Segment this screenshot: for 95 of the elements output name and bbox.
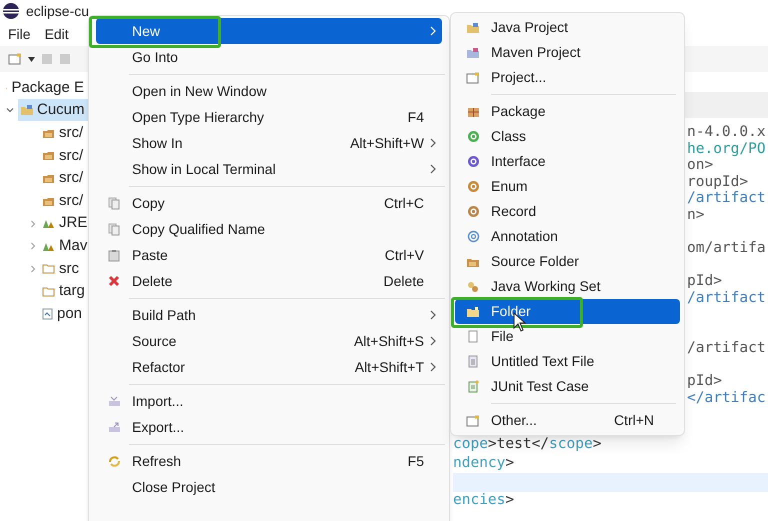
chevron-right-icon[interactable] xyxy=(29,264,37,273)
project-folder-icon xyxy=(466,46,480,58)
text-file-icon xyxy=(467,355,479,368)
folder-icon xyxy=(42,286,55,297)
tree-item[interactable]: JRE xyxy=(59,212,88,235)
window-title: eclipse-cu xyxy=(26,2,90,21)
menu-item[interactable]: JUnit Test Case xyxy=(455,374,680,399)
menu-item[interactable]: File xyxy=(455,324,680,349)
menu-item[interactable]: Maven Project xyxy=(455,40,680,65)
test-file-icon xyxy=(467,380,479,393)
package-folder-icon xyxy=(42,128,55,139)
new-window-icon[interactable] xyxy=(8,53,22,65)
menu-item[interactable]: Class xyxy=(455,124,680,149)
menu-item[interactable]: Go Into xyxy=(96,44,442,70)
clipboard-icon xyxy=(108,248,120,262)
code-text: on> xyxy=(687,157,714,174)
menu-item[interactable]: Export... xyxy=(96,414,442,440)
import-icon xyxy=(108,396,120,406)
menu-item[interactable]: Enum xyxy=(455,174,680,199)
menu-item[interactable]: Open Type Hierarchy F4 xyxy=(96,104,442,130)
menu-item[interactable]: Show In Alt+Shift+W xyxy=(96,130,442,156)
menu-item[interactable]: Other... Ctrl+N xyxy=(455,408,680,433)
tree-item[interactable]: src/ xyxy=(59,122,84,145)
chevron-right-icon[interactable] xyxy=(29,220,37,228)
menu-item[interactable]: Copy Qualified Name xyxy=(96,216,442,242)
code-text: om/artifa xyxy=(687,240,766,256)
menu-item[interactable]: Build Path xyxy=(96,302,442,328)
menu-bar-item[interactable]: Edit xyxy=(44,24,69,44)
window-icon xyxy=(466,72,480,84)
code-text: /artifact xyxy=(687,290,766,306)
code-text: n-4.0.0.x xyxy=(687,124,766,140)
menu-item[interactable]: Java Working Set xyxy=(455,274,680,299)
code-text: he.org/PO xyxy=(687,140,766,157)
menu-item[interactable]: Refresh F5 xyxy=(96,448,442,474)
package-folder-icon xyxy=(42,150,55,162)
menu-item[interactable]: Copy Ctrl+C xyxy=(96,190,442,216)
tree-item[interactable]: src/ xyxy=(59,190,84,212)
menu-item[interactable]: Annotation xyxy=(455,224,680,249)
tree-item[interactable]: src xyxy=(59,258,79,280)
tree-item[interactable]: Cucum xyxy=(18,99,90,121)
project-folder-icon xyxy=(466,22,480,34)
menu-item[interactable]: New xyxy=(96,18,442,44)
code-text: ndency> xyxy=(453,454,514,473)
code-text: cope>test</scope> xyxy=(453,435,602,454)
code-text: pId> xyxy=(687,273,722,290)
menu-item[interactable]: Close Project xyxy=(96,474,442,500)
code-text: pId> xyxy=(687,372,722,389)
chevron-right-icon[interactable] xyxy=(29,242,37,250)
menu-item[interactable]: Folder xyxy=(455,299,680,324)
menu-item[interactable]: Source Alt+Shift+S xyxy=(96,328,442,354)
dropdown-arrow-icon[interactable] xyxy=(28,56,35,62)
menu-item[interactable]: Import... xyxy=(96,388,442,414)
export-icon xyxy=(108,422,120,432)
tree-item[interactable]: src/ xyxy=(59,167,84,190)
menu-item[interactable]: Project... xyxy=(455,65,680,90)
code-text: roupId> xyxy=(687,174,748,190)
folder-icon xyxy=(42,263,55,274)
project-icon xyxy=(20,104,34,116)
tree-item[interactable]: Mav xyxy=(59,235,88,258)
copy-icon xyxy=(108,222,120,236)
code-text: </artifac xyxy=(687,390,766,406)
menu-item[interactable]: Refactor Alt+Shift+T xyxy=(96,354,442,380)
tree-item[interactable]: src/ xyxy=(59,144,84,168)
code-text: /artifact xyxy=(687,190,766,206)
menu-item[interactable]: Record xyxy=(455,199,680,224)
view-title[interactable]: Package E xyxy=(11,76,84,100)
package-folder-icon xyxy=(42,172,55,184)
working-set-icon xyxy=(466,280,480,293)
menu-item[interactable]: Show in Local Terminal xyxy=(96,156,442,182)
code-text: n> xyxy=(687,206,704,223)
code-text: /artifact xyxy=(687,340,766,356)
menu-item[interactable]: Paste Ctrl+V xyxy=(96,242,442,268)
library-icon xyxy=(42,240,55,252)
folder-icon xyxy=(466,306,480,318)
menu-bar-item[interactable]: File xyxy=(8,24,31,44)
refresh-icon xyxy=(108,454,120,468)
package-icon xyxy=(466,105,480,118)
delete-icon xyxy=(108,275,120,287)
code-text: encies> xyxy=(453,490,514,510)
menu-item[interactable]: Source Folder xyxy=(455,249,680,274)
menu-item[interactable]: Java Project xyxy=(455,15,680,40)
save-all-icon[interactable] xyxy=(59,53,71,65)
save-icon[interactable] xyxy=(41,53,53,65)
tree-item[interactable]: pon xyxy=(57,302,82,326)
window-icon xyxy=(466,414,480,426)
menu-item[interactable]: Open in New Window xyxy=(96,78,442,104)
chevron-down-icon[interactable] xyxy=(6,106,14,114)
menu-item[interactable]: Delete Delete xyxy=(96,268,442,294)
menu-item[interactable]: Untitled Text File xyxy=(455,349,680,374)
menu-item[interactable]: Package xyxy=(455,99,680,124)
copy-icon xyxy=(108,196,120,210)
menu-item[interactable]: Interface xyxy=(455,149,680,174)
library-icon xyxy=(42,218,55,230)
package-folder-icon xyxy=(42,196,55,207)
tree-item[interactable]: targ xyxy=(59,280,85,303)
